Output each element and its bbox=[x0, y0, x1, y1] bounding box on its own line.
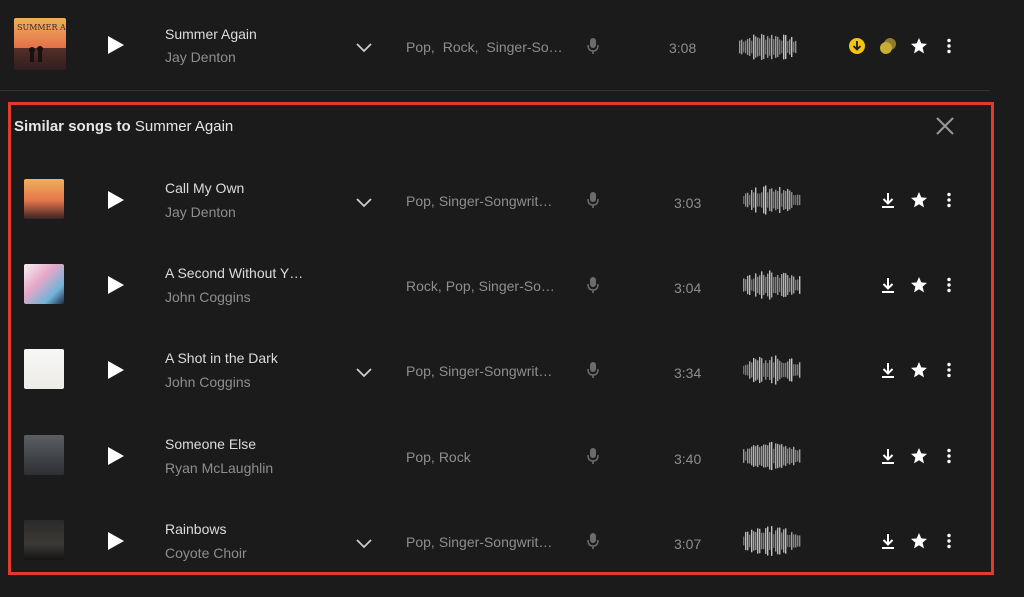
track-artist[interactable]: Jay Denton bbox=[165, 49, 236, 65]
genre-tag[interactable]: Pop, bbox=[406, 39, 435, 55]
genre-tag[interactable]: Rock, bbox=[443, 39, 479, 55]
genre-tag[interactable]: Pop, bbox=[406, 363, 435, 379]
download-icon[interactable] bbox=[879, 276, 897, 294]
genre-tag[interactable]: Rock bbox=[439, 449, 471, 465]
track-duration: 3:07 bbox=[674, 536, 702, 552]
microphone-icon bbox=[586, 447, 600, 465]
chevron-down-icon[interactable] bbox=[355, 40, 373, 53]
download-icon[interactable] bbox=[879, 361, 897, 379]
divider bbox=[0, 90, 990, 91]
similar-track-row: A Shot in the Dark John Coggins Pop, Sing… bbox=[0, 330, 1024, 410]
album-art bbox=[24, 179, 64, 219]
waveform[interactable] bbox=[739, 30, 797, 64]
panel-title-track: Summer Again bbox=[134, 118, 234, 135]
chevron-down-icon[interactable] bbox=[355, 195, 373, 208]
star-icon[interactable] bbox=[910, 532, 928, 550]
waveform[interactable] bbox=[743, 353, 801, 387]
album-art bbox=[24, 349, 64, 389]
panel-title-bold: Similar songs to bbox=[14, 118, 131, 135]
similar-track-row: Rainbows Coyote Choir Pop, Singer-Songwri… bbox=[0, 501, 1024, 581]
star-icon[interactable] bbox=[910, 276, 928, 294]
microphone-icon bbox=[586, 361, 600, 379]
download-icon[interactable] bbox=[848, 37, 866, 55]
track-artist[interactable]: John Coggins bbox=[165, 374, 251, 390]
download-icon[interactable] bbox=[879, 532, 897, 550]
genre-tag[interactable]: Singer-Songwrit… bbox=[439, 534, 553, 550]
track-artist[interactable]: Ryan McLaughlin bbox=[165, 460, 273, 476]
star-icon[interactable] bbox=[910, 191, 928, 209]
play-button[interactable] bbox=[104, 274, 126, 296]
album-art bbox=[24, 520, 64, 560]
album-art bbox=[24, 264, 64, 304]
genre-tag[interactable]: Pop, bbox=[406, 534, 435, 550]
track-duration: 3:03 bbox=[674, 195, 702, 211]
star-icon[interactable] bbox=[910, 37, 928, 55]
similar-track-row: Someone Else Ryan McLaughlin Pop, Rock 3:… bbox=[0, 416, 1024, 496]
track-title[interactable]: Summer Again bbox=[165, 26, 257, 42]
track-genres: Pop, Singer-Songwrit… bbox=[406, 363, 556, 379]
waveform[interactable] bbox=[743, 439, 801, 473]
track-title[interactable]: Rainbows bbox=[165, 521, 226, 537]
download-icon[interactable] bbox=[879, 191, 897, 209]
track-artist[interactable]: Coyote Choir bbox=[165, 545, 247, 561]
track-artist[interactable]: John Coggins bbox=[165, 289, 251, 305]
play-button[interactable] bbox=[104, 34, 126, 56]
track-duration: 3:08 bbox=[669, 40, 697, 56]
track-genres: Pop, Rock bbox=[406, 449, 475, 465]
play-button[interactable] bbox=[104, 189, 126, 211]
more-vertical-icon[interactable] bbox=[940, 447, 958, 465]
track-duration: 3:40 bbox=[674, 451, 702, 467]
track-genres: Pop, Singer-Songwrit… bbox=[406, 534, 556, 550]
track-artist[interactable]: Jay Denton bbox=[165, 204, 236, 220]
stems-icon[interactable] bbox=[878, 37, 896, 55]
genre-tag[interactable]: Singer-Songwrit… bbox=[439, 363, 553, 379]
microphone-icon bbox=[586, 37, 600, 55]
more-vertical-icon[interactable] bbox=[940, 361, 958, 379]
download-icon[interactable] bbox=[879, 447, 897, 465]
waveform[interactable] bbox=[743, 524, 801, 558]
track-title[interactable]: Someone Else bbox=[165, 436, 256, 452]
track-title[interactable]: A Second Without Y… bbox=[165, 265, 303, 281]
track-genres: Rock, Pop, Singer-So… bbox=[406, 278, 559, 294]
chevron-down-icon[interactable] bbox=[355, 536, 373, 549]
similar-track-row: A Second Without Y… John Coggins Rock, Po… bbox=[0, 245, 1024, 325]
more-vertical-icon[interactable] bbox=[940, 276, 958, 294]
track-row-main: SUMMER Again Summer Again Jay Denton Pop… bbox=[0, 5, 1024, 85]
track-genres: Pop, Singer-Songwrit… bbox=[406, 193, 556, 209]
star-icon[interactable] bbox=[910, 447, 928, 465]
more-vertical-icon[interactable] bbox=[940, 532, 958, 550]
star-icon[interactable] bbox=[910, 361, 928, 379]
album-art: SUMMER Again bbox=[14, 18, 66, 70]
close-icon[interactable] bbox=[934, 115, 956, 137]
genre-tag[interactable]: Pop, bbox=[406, 193, 435, 209]
chevron-down-icon[interactable] bbox=[355, 365, 373, 378]
svg-text:SUMMER Again: SUMMER Again bbox=[17, 23, 66, 32]
play-button[interactable] bbox=[104, 530, 126, 552]
microphone-icon bbox=[586, 276, 600, 294]
genre-tag[interactable]: Singer-So… bbox=[486, 39, 562, 55]
microphone-icon bbox=[586, 191, 600, 209]
genre-tag[interactable]: Singer-So… bbox=[479, 278, 555, 294]
waveform[interactable] bbox=[743, 183, 801, 217]
similar-track-row: Call My Own Jay Denton Pop, Singer-Songwr… bbox=[0, 160, 1024, 240]
more-vertical-icon[interactable] bbox=[940, 37, 958, 55]
panel-title: Similar songs to Summer Again bbox=[14, 118, 233, 135]
play-button[interactable] bbox=[104, 359, 126, 381]
genre-tag[interactable]: Pop, bbox=[446, 278, 475, 294]
waveform[interactable] bbox=[743, 268, 801, 302]
track-duration: 3:34 bbox=[674, 365, 702, 381]
genre-tag[interactable]: Singer-Songwrit… bbox=[439, 193, 553, 209]
track-title[interactable]: Call My Own bbox=[165, 180, 244, 196]
play-button[interactable] bbox=[104, 445, 126, 467]
microphone-icon bbox=[586, 532, 600, 550]
genre-tag[interactable]: Rock, bbox=[406, 278, 442, 294]
more-vertical-icon[interactable] bbox=[940, 191, 958, 209]
track-genres: Pop, Rock, Singer-So… bbox=[406, 39, 567, 55]
album-art bbox=[24, 435, 64, 475]
track-title[interactable]: A Shot in the Dark bbox=[165, 350, 278, 366]
genre-tag[interactable]: Pop, bbox=[406, 449, 435, 465]
track-duration: 3:04 bbox=[674, 280, 702, 296]
